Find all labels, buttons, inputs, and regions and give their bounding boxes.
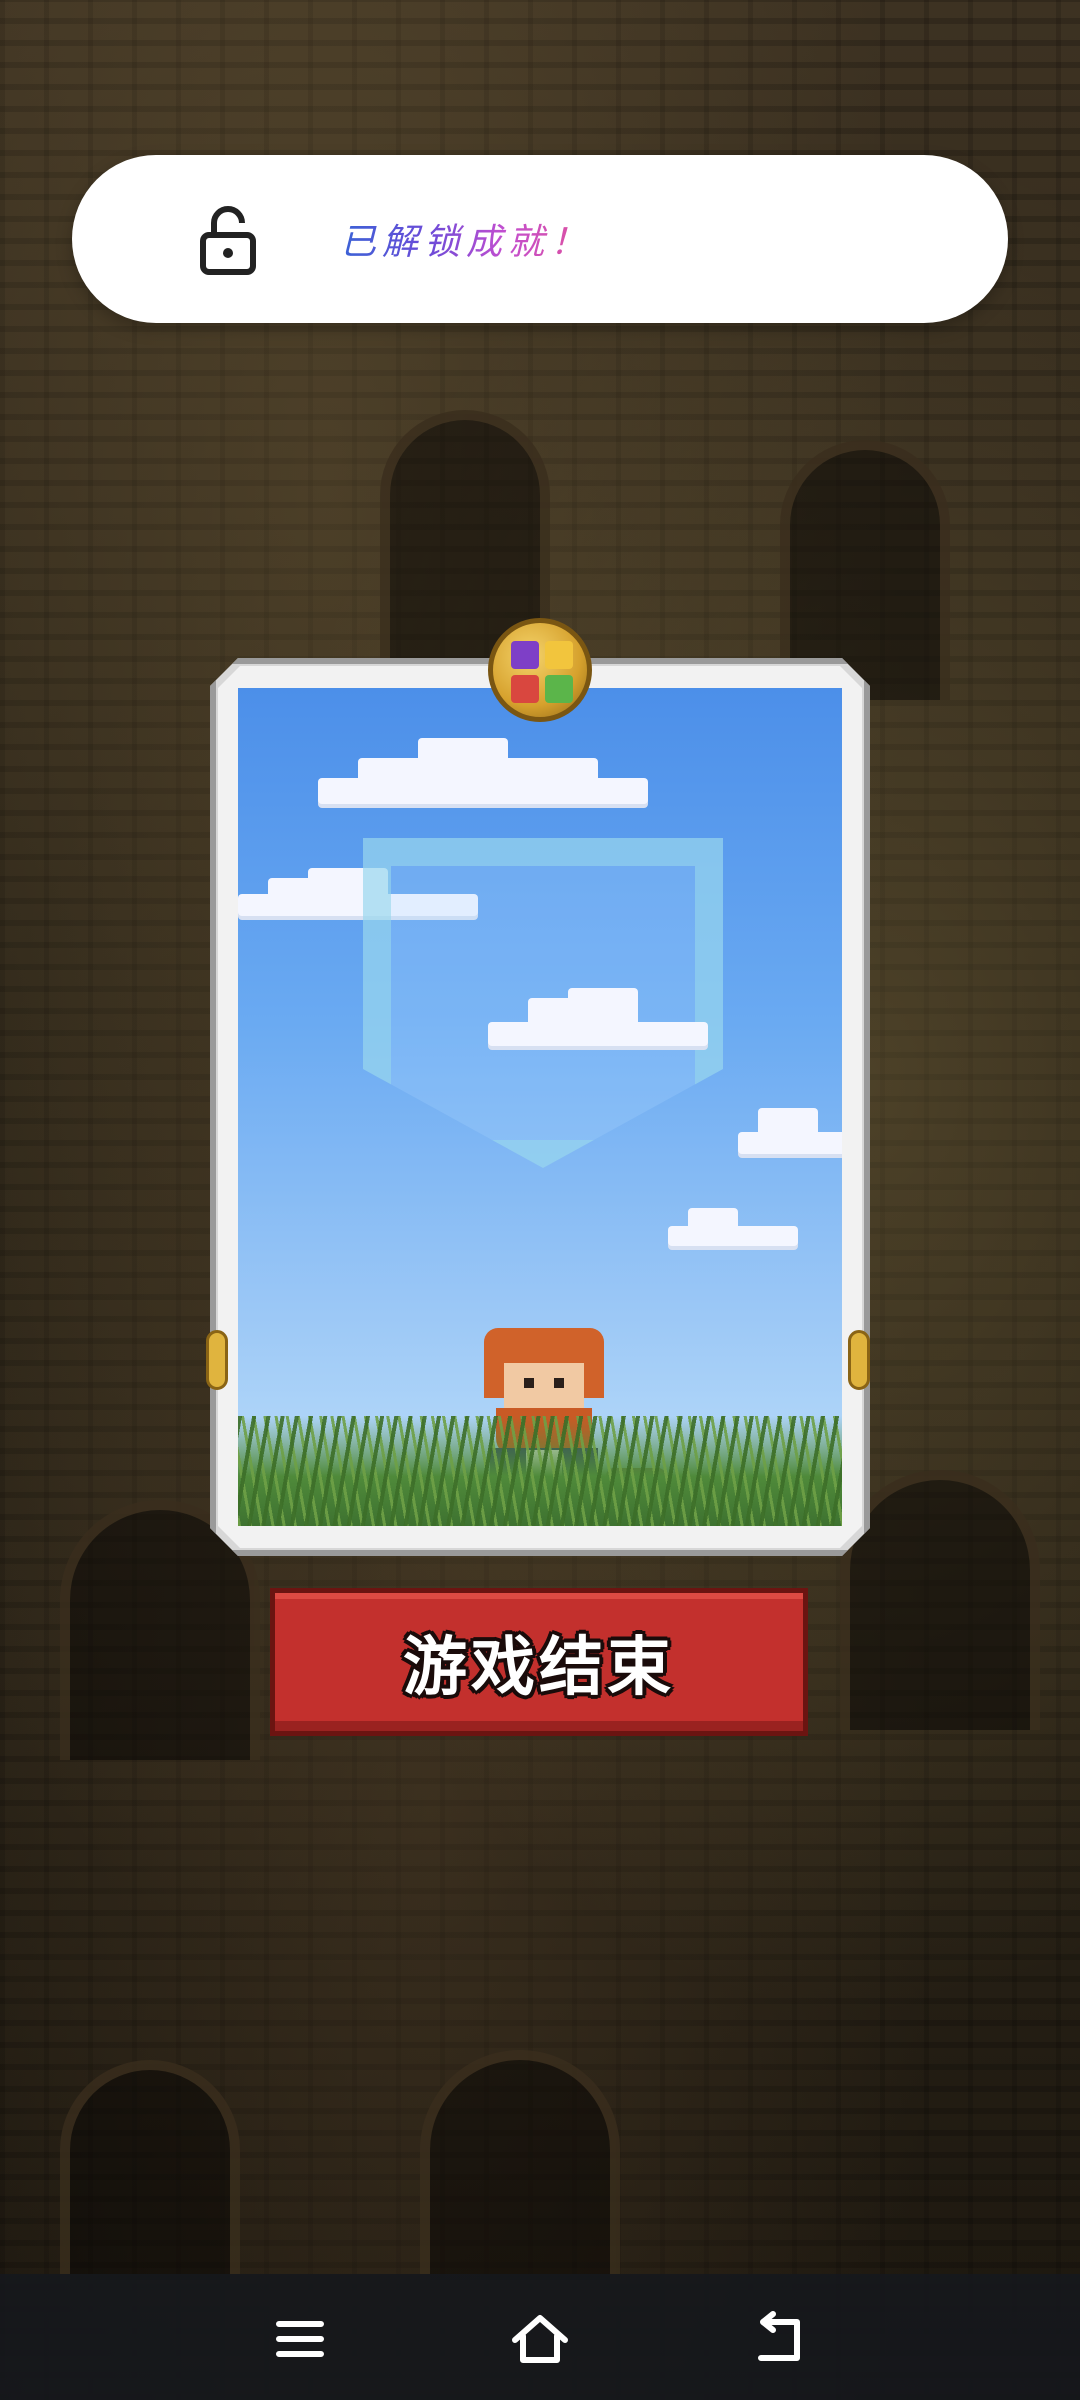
background-arch — [840, 1470, 1040, 1730]
game-over-label: 游戏结束 — [403, 1631, 675, 1705]
side-coin — [206, 1330, 228, 1390]
unlocked-padlock-icon — [200, 206, 256, 275]
side-coin — [848, 1330, 870, 1390]
result-card — [210, 658, 870, 1556]
four-color-emblem-icon — [488, 618, 592, 722]
home-icon — [512, 2315, 568, 2363]
achievement-toast: 已解锁成就！ — [72, 155, 1008, 323]
menu-icon — [276, 2321, 324, 2357]
grass — [238, 1416, 842, 1526]
achievement-message: 已解锁成就！ — [340, 213, 592, 265]
back-button[interactable] — [745, 2304, 815, 2374]
back-icon — [758, 2311, 800, 2361]
navigation-bar — [0, 2274, 1080, 2400]
card-art — [238, 688, 842, 1526]
game-screen: 已解锁成就！ 游戏结束 — [0, 0, 1080, 2400]
background-arch — [420, 2050, 620, 2280]
menu-button[interactable] — [265, 2304, 335, 2374]
background-arch — [60, 2060, 240, 2280]
game-over-button[interactable]: 游戏结束 — [270, 1588, 808, 1736]
home-button[interactable] — [505, 2304, 575, 2374]
